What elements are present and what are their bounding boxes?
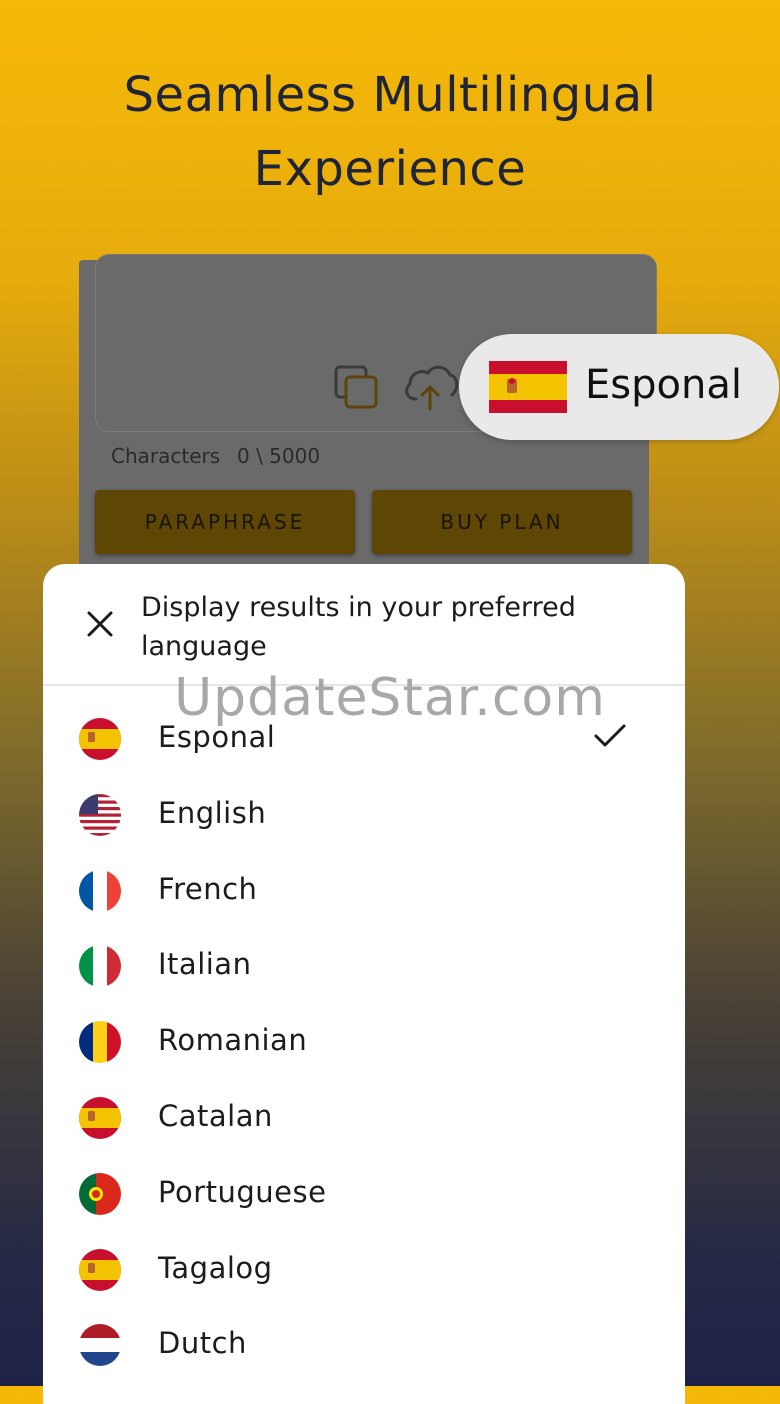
selected-language-label: Esponal (585, 362, 742, 408)
selected-language-pill[interactable]: Esponal (459, 334, 779, 440)
characters-label: Characters (111, 444, 221, 468)
language-list: Esponal English French Italian Romanian … (43, 700, 685, 1382)
language-label: Catalan (158, 1098, 273, 1133)
france-flag-icon (79, 869, 121, 912)
language-item-catalan[interactable]: Catalan (43, 1079, 685, 1155)
netherlands-flag-icon (79, 1324, 121, 1367)
portugal-flag-icon (79, 1172, 121, 1215)
spain-flag-icon (489, 361, 567, 413)
buy-plan-button[interactable]: BUY PLAN (372, 490, 632, 554)
headline-line-2: Experience (253, 141, 527, 197)
language-item-romanian[interactable]: Romanian (43, 1003, 685, 1079)
language-label: Romanian (158, 1023, 308, 1058)
usa-flag-icon (79, 793, 121, 836)
language-item-esponal[interactable]: Esponal (43, 700, 685, 776)
language-bottom-sheet: Display results in your preferred langua… (43, 564, 685, 1404)
language-item-english[interactable]: English (43, 776, 685, 852)
language-label: English (158, 795, 267, 830)
sheet-title: Display results in your preferred langua… (141, 592, 576, 662)
language-label: Italian (158, 947, 252, 982)
italy-flag-icon (79, 945, 121, 988)
copy-icon[interactable] (332, 363, 382, 413)
language-item-portuguese[interactable]: Portuguese (43, 1155, 685, 1231)
language-item-tagalog[interactable]: Tagalog (43, 1231, 685, 1307)
spain-flag-icon (79, 1248, 121, 1291)
cloud-upload-icon[interactable] (402, 359, 460, 413)
check-icon (594, 724, 626, 747)
language-label: French (158, 871, 258, 906)
spain-flag-icon (79, 1096, 121, 1139)
language-label: Tagalog (158, 1250, 273, 1285)
romania-flag-icon (79, 1021, 121, 1064)
headline-line-1: Seamless Multilingual (123, 67, 657, 123)
language-label: Portuguese (158, 1174, 327, 1209)
characters-count: 0 \ 5000 (237, 444, 321, 468)
language-label: Dutch (158, 1326, 247, 1361)
language-item-french[interactable]: French (43, 852, 685, 928)
language-item-dutch[interactable]: Dutch (43, 1306, 685, 1382)
close-icon[interactable] (85, 609, 115, 639)
spain-flag-icon (79, 718, 121, 760)
language-label: Esponal (158, 720, 276, 754)
paraphrase-button[interactable]: PARAPHRASE (95, 490, 355, 554)
promo-headline: Seamless Multilingual Experience (0, 58, 780, 206)
language-item-italian[interactable]: Italian (43, 927, 685, 1003)
